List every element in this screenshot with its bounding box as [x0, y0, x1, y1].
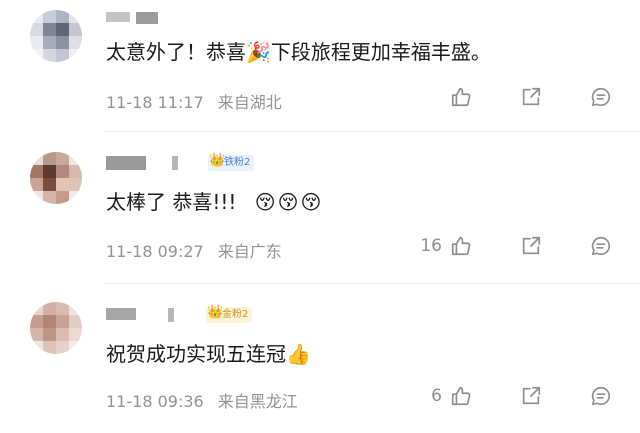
comment-icon: [591, 87, 610, 107]
like-button[interactable]: [414, 86, 472, 108]
comment-time: 11-18 09:36: [106, 392, 204, 411]
fan-badge[interactable]: 👑 金粉2: [206, 305, 253, 323]
crown-icon: 👑: [207, 305, 224, 320]
comment-text-part: 太棒了 恭喜!!!: [106, 190, 237, 214]
comment-meta: 11-18 11:17 来自湖北: [106, 89, 282, 113]
comment-location: 来自湖北: [217, 93, 282, 112]
comment-item: 👑 铁粉2 太棒了 恭喜!!! 😚😚😚 11-18 09:27 来自广东 16: [0, 140, 640, 280]
comment-text: 祝贺成功实现五连冠👍: [106, 340, 311, 368]
username[interactable]: [106, 156, 178, 170]
comment-meta: 11-18 09:27 来自广东: [106, 238, 282, 262]
comment-icon: [591, 236, 610, 256]
avatar[interactable]: [30, 10, 82, 62]
comment-time: 11-18 09:27: [106, 242, 204, 261]
comment-text-part: 太意外了！恭喜: [106, 40, 246, 64]
comment-actions: [414, 86, 612, 108]
reply-button[interactable]: [542, 235, 612, 257]
username[interactable]: [106, 308, 174, 322]
fan-badge-label: 金粉2: [222, 309, 249, 320]
comment-text: 太意外了！恭喜🎉下段旅程更加幸福丰盛。: [106, 38, 491, 66]
fan-badge[interactable]: 👑 铁粉2: [208, 153, 255, 171]
reply-button[interactable]: [542, 86, 612, 108]
avatar[interactable]: [30, 152, 82, 204]
comment-location: 来自黑龙江: [217, 392, 298, 411]
thumbs-up-emoji-icon: 👍: [286, 342, 311, 366]
like-button[interactable]: 6: [414, 385, 472, 407]
share-icon: [522, 87, 541, 106]
avatar[interactable]: [30, 302, 82, 354]
crown-icon: 👑: [209, 153, 226, 168]
like-count: 6: [431, 386, 442, 406]
like-count: 16: [420, 236, 442, 256]
divider: [104, 283, 640, 284]
share-icon: [522, 386, 541, 405]
thumbs-up-icon: [451, 87, 471, 107]
comment-icon: [591, 386, 610, 406]
share-button[interactable]: [472, 385, 542, 407]
comment-item: 太意外了！恭喜🎉下段旅程更加幸福丰盛。 11-18 11:17 来自湖北: [0, 0, 640, 140]
share-button[interactable]: [472, 235, 542, 257]
username[interactable]: [106, 12, 158, 26]
comment-text-part: 祝贺成功实现五连冠: [106, 342, 286, 366]
comment-text-part: 下段旅程更加幸福丰盛。: [270, 40, 491, 64]
comment-time: 11-18 11:17: [106, 93, 204, 112]
fan-badge-label: 铁粉2: [224, 157, 251, 168]
party-popper-icon: 🎉: [246, 40, 271, 64]
share-icon: [522, 236, 541, 255]
comment-item: 👑 金粉2 祝贺成功实现五连冠👍 11-18 09:36 来自黑龙江 6: [0, 290, 640, 430]
reply-button[interactable]: [542, 385, 612, 407]
like-button[interactable]: 16: [414, 235, 472, 257]
comment-actions: 16: [414, 235, 612, 257]
comment-actions: 6: [414, 385, 612, 407]
share-button[interactable]: [472, 86, 542, 108]
comment-location: 来自广东: [217, 242, 282, 261]
divider: [104, 131, 640, 132]
thumbs-up-icon: [451, 236, 471, 256]
kissing-face-icon: 😚😚😚: [254, 190, 324, 214]
comment-meta: 11-18 09:36 来自黑龙江: [106, 388, 298, 412]
comment-text: 太棒了 恭喜!!! 😚😚😚: [106, 188, 323, 216]
thumbs-up-icon: [451, 386, 471, 406]
